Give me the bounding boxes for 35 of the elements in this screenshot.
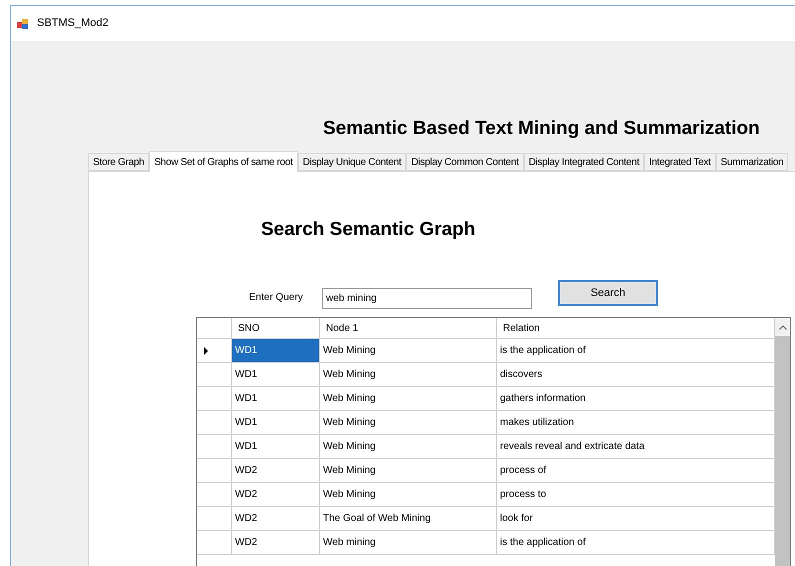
table-cell: Web Mining	[320, 363, 497, 386]
table-cell: WD2	[232, 531, 320, 554]
table-cell: Web mining	[320, 531, 497, 554]
tab[interactable]: Display Unique Content	[298, 153, 406, 171]
table-cell: WD1	[232, 363, 320, 386]
query-field[interactable]: web mining	[322, 288, 532, 309]
table-cell: Web Mining	[320, 411, 497, 434]
app-heading: Semantic Based Text Mining and Summarization	[323, 116, 760, 140]
window-title: SBTMS_Mod2	[37, 16, 109, 32]
table-cell: WD2	[232, 507, 320, 530]
table-cell: Web Mining	[320, 387, 497, 410]
tab[interactable]: Store Graph	[88, 153, 150, 171]
table-cell: WD1	[232, 339, 320, 362]
table-cell: Web Mining	[320, 483, 497, 506]
tab[interactable]: Integrated Text	[644, 153, 716, 171]
column-header[interactable]: Node 1	[320, 318, 497, 338]
tab[interactable]: Display Common Content	[406, 153, 524, 171]
table-cell: Web Mining	[320, 459, 497, 482]
table-cell: Web Mining	[320, 435, 497, 458]
app-icon	[17, 18, 29, 30]
tab[interactable]: Show Set of Graphs of same root	[149, 151, 298, 172]
table-cell: The Goal of Web Mining	[320, 507, 497, 530]
search-button[interactable]: Search	[558, 280, 658, 306]
column-header[interactable]: SNO	[232, 318, 320, 338]
table-cell: WD1	[232, 435, 320, 458]
query-label: Enter Query	[249, 291, 304, 305]
tab[interactable]: Summarization	[716, 153, 788, 171]
table-cell: Web Mining	[320, 339, 497, 362]
table-cell: WD1	[232, 411, 320, 434]
scroll-up-icon[interactable]	[778, 325, 786, 330]
table-cell: WD2	[232, 483, 320, 506]
panel-title: Search Semantic Graph	[261, 218, 476, 242]
table-cell: WD2	[232, 459, 320, 482]
tab[interactable]: Display Integrated Content	[524, 153, 644, 171]
table-cell: WD1	[232, 387, 320, 410]
